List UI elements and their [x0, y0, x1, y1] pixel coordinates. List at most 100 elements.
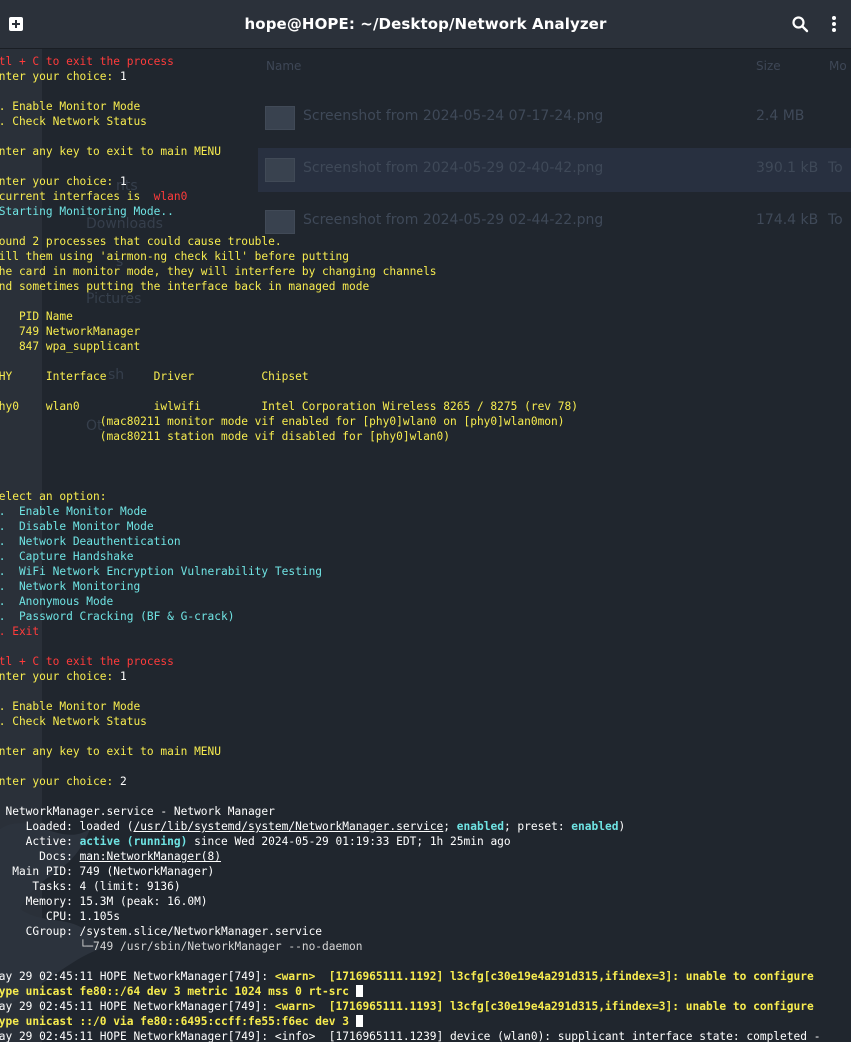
terminal-text: 7. Anonymous Mode — [0, 595, 114, 608]
terminal-text: active (running) — [79, 835, 188, 848]
terminal-line: Loaded: loaded (/usr/lib/systemd/system/… — [0, 819, 851, 834]
terminal-text: <warn> [1716965111.1193] l3cfg[c30e19e4a… — [274, 1000, 814, 1013]
terminal-line: 1. Enable Monitor Mode — [0, 699, 851, 714]
terminal-text: CGroup: /system.slice/NetworkManager.ser… — [0, 925, 323, 938]
terminal-line: └─749 /usr/sbin/NetworkManager --no-daem… — [0, 939, 851, 954]
terminal-text: current interfaces is — [0, 190, 154, 203]
terminal-text: type unicast ::/0 via fe80::6495:ccff:fe… — [0, 1015, 356, 1028]
terminal-line: Starting Monitoring Mode.. — [0, 204, 851, 219]
terminal-text: <warn> [1716965111.1192] l3cfg[c30e19e4a… — [274, 970, 814, 983]
terminal-line: Active: active (running) since Wed 2024-… — [0, 834, 851, 849]
terminal-text: 9. Exit — [0, 625, 40, 638]
terminal-text: enabled — [571, 820, 619, 833]
terminal-line: 2. Check Network Status — [0, 714, 851, 729]
terminal-text: Select an option: — [0, 490, 107, 503]
terminal-line: type unicast fe80::/64 dev 3 metric 1024… — [0, 984, 851, 999]
terminal-text: CPU: 1.105s — [0, 910, 120, 923]
terminal-line: Memory: 15.3M (peak: 16.0M) — [0, 894, 851, 909]
terminal-text: ● NetworkManager.service - Network Manag… — [0, 805, 275, 818]
terminal-text: PID Name — [0, 310, 73, 323]
terminal-line: 749 NetworkManager — [0, 324, 851, 339]
terminal-text: Docs: — [0, 850, 80, 863]
terminal-text: Memory: 15.3M (peak: 16.0M) — [0, 895, 208, 908]
terminal-line: the card in monitor mode, they will inte… — [0, 264, 851, 279]
terminal-text: 1. Enable Monitor Mode — [0, 505, 147, 518]
terminal-text: Enter your choice: — [0, 670, 120, 683]
terminal-line: PID Name — [0, 309, 851, 324]
terminal-text: 2. Check Network Status — [0, 115, 147, 128]
terminal-line: phy0 wlan0 iwlwifi Intel Corporation Wir… — [0, 399, 851, 414]
terminal-text: 847 wpa_supplicant — [0, 340, 141, 353]
terminal-text: Starting Monitoring Mode.. — [0, 205, 174, 218]
menu-icon — [832, 16, 836, 32]
terminal-text: Found 2 processes that could cause troub… — [0, 235, 282, 248]
terminal-line: 847 wpa_supplicant — [0, 339, 851, 354]
new-tab-button[interactable] — [4, 12, 28, 36]
terminal-text: 8. Password Cracking (BF & G-crack) — [0, 610, 235, 623]
terminal-text: phy0 wlan0 iwlwifi Intel Corporation Wir… — [0, 400, 578, 413]
terminal-text: Tasks: 4 (limit: 9136) — [0, 880, 181, 893]
terminal-text: Enter your choice: — [0, 775, 120, 788]
terminal-text: type unicast fe80::/64 dev 3 metric 1024… — [0, 985, 356, 998]
terminal-line: Tasks: 4 (limit: 9136) — [0, 879, 851, 894]
terminal-line: and sometimes putting the interface back… — [0, 279, 851, 294]
terminal-text: Active: — [0, 835, 80, 848]
terminal-line: 8. Password Cracking (BF & G-crack) — [0, 609, 851, 624]
terminal-line: 1. Enable Monitor Mode — [0, 504, 851, 519]
terminal-text: Ctl + C to exit the process — [0, 655, 174, 668]
terminal-text: the card in monitor mode, they will inte… — [0, 265, 437, 278]
terminal-text: 3. Network Deauthentication — [0, 535, 181, 548]
terminal-line: May 29 02:45:11 HOPE NetworkManager[749]… — [0, 1029, 851, 1042]
terminal-text: 1 — [119, 70, 127, 83]
terminal-text: Loaded: loaded ( — [0, 820, 134, 833]
terminal-text: since Wed 2024-05-29 01:19:33 EDT; 1h 25… — [187, 835, 511, 848]
terminal-text: (mac80211 station mode vif disabled for … — [0, 430, 451, 443]
terminal-line: 3. Network Deauthentication — [0, 534, 851, 549]
pager-cursor — [355, 985, 363, 997]
terminal-text: ; — [443, 820, 457, 833]
terminal-text: May 29 02:45:11 HOPE NetworkManager[749]… — [0, 1000, 275, 1013]
terminal-line: May 29 02:45:11 HOPE NetworkManager[749]… — [0, 999, 851, 1014]
terminal-line: CGroup: /system.slice/NetworkManager.ser… — [0, 924, 851, 939]
terminal-text: Main PID: 749 (NetworkManager) — [0, 865, 215, 878]
terminal-line: Enter your choice: 1 — [0, 69, 851, 84]
terminal-text: ) — [618, 820, 626, 833]
terminal-line: Enter your choice: 2 — [0, 774, 851, 789]
terminal-line: CPU: 1.105s — [0, 909, 851, 924]
terminal-line: Kill them using 'airmon-ng check kill' b… — [0, 249, 851, 264]
terminal-text: ; preset: — [503, 820, 572, 833]
terminal-line: 7. Anonymous Mode — [0, 594, 851, 609]
terminal-output[interactable]: Ctl + C to exit the process Enter your ch… — [0, 54, 851, 1042]
terminal-text: 4. Capture Handshake — [0, 550, 134, 563]
terminal-text: (mac80211 monitor mode vif enabled for [… — [0, 415, 565, 428]
terminal-text: May 29 02:45:11 HOPE NetworkManager[749]… — [0, 970, 275, 983]
terminal-text: wlan0 — [153, 190, 188, 203]
terminal-line: type unicast ::/0 via fe80::6495:ccff:fe… — [0, 1014, 851, 1029]
terminal-text: └─749 /usr/sbin/NetworkManager --no-daem… — [0, 940, 363, 953]
terminal-line: 6. Network Monitoring — [0, 579, 851, 594]
terminal-line: Docs: man:NetworkManager(8) — [0, 849, 851, 864]
terminal-line: 5. WiFi Network Encryption Vulnerability… — [0, 564, 851, 579]
terminal-line: 2. Disable Monitor Mode — [0, 519, 851, 534]
terminal-text: May 29 02:45:11 HOPE NetworkManager[749]… — [0, 1030, 821, 1042]
search-icon — [792, 16, 809, 33]
terminal-line: Ctl + C to exit the process — [0, 54, 851, 69]
terminal-text: Ctl + C to exit the process — [0, 55, 174, 68]
terminal-text: 1. Enable Monitor Mode — [0, 700, 141, 713]
menu-button[interactable] — [822, 12, 846, 36]
search-button[interactable] — [788, 12, 812, 36]
terminal-line: (mac80211 monitor mode vif enabled for [… — [0, 414, 851, 429]
